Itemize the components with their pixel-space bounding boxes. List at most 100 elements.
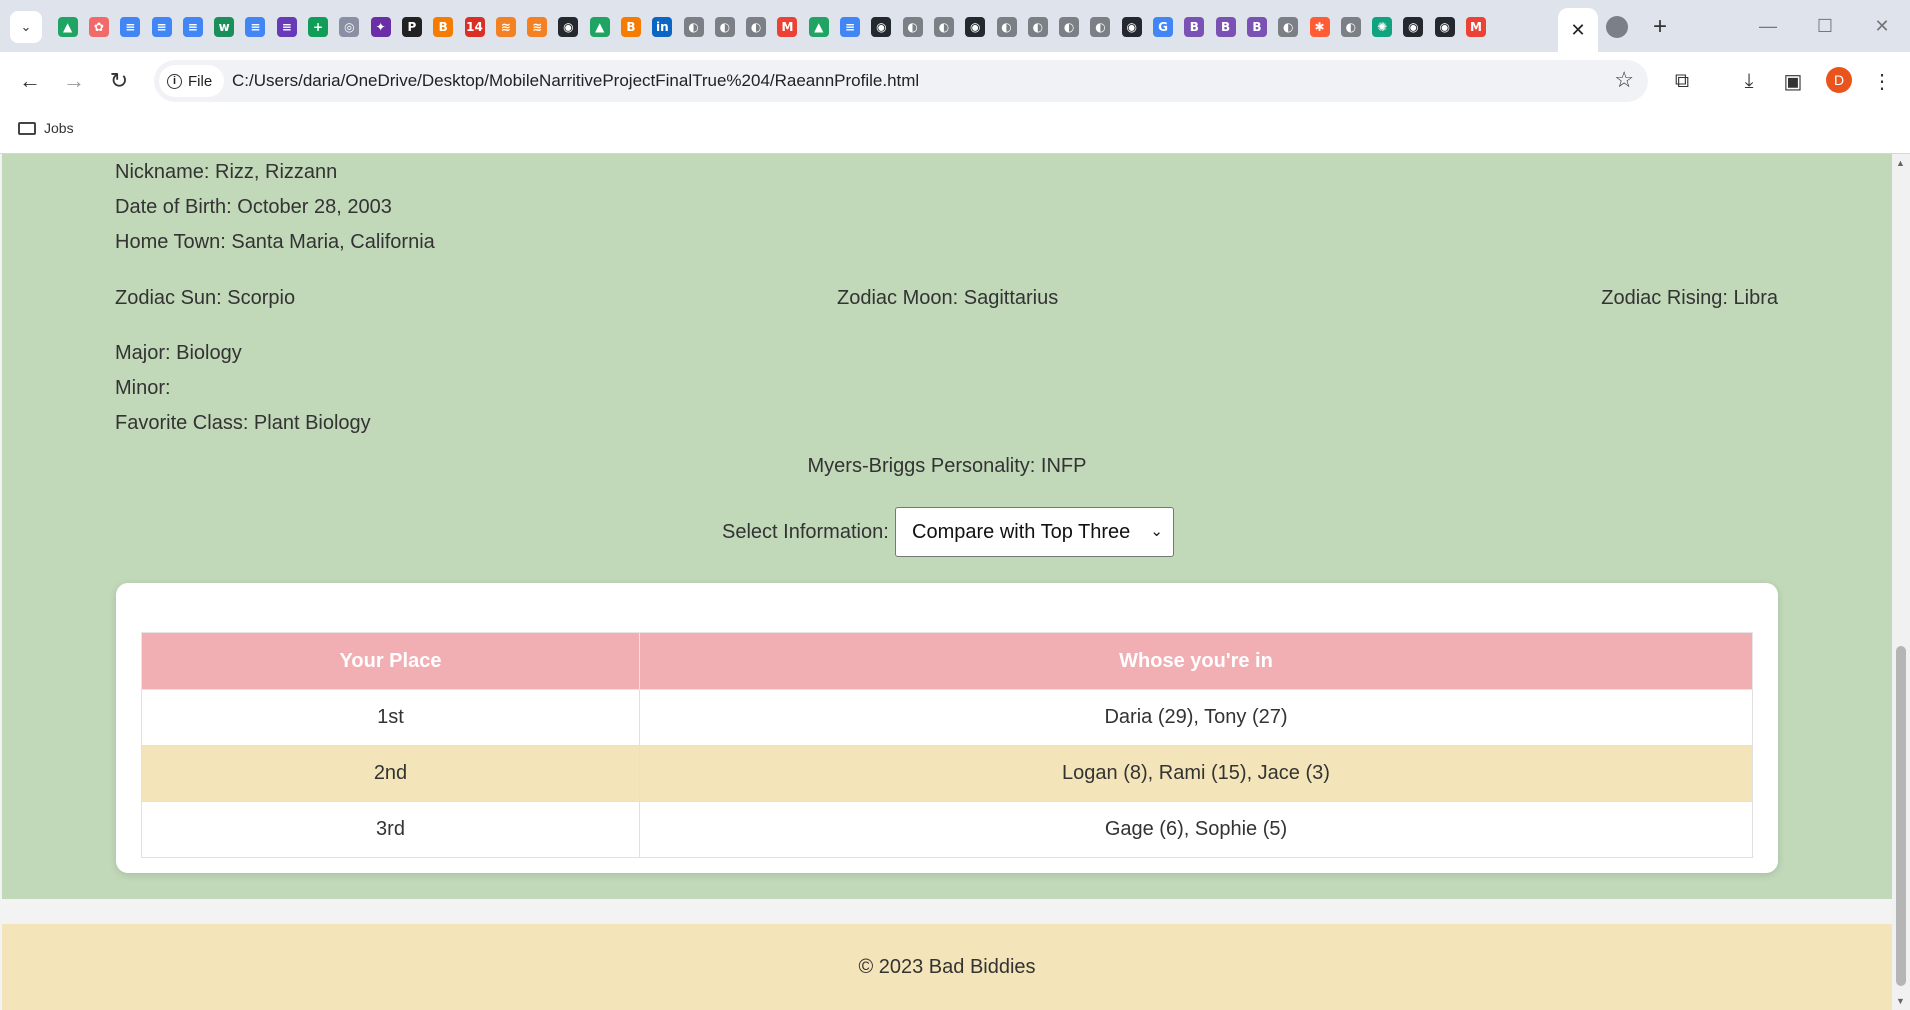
new-tab-button[interactable]: + (1644, 11, 1676, 43)
pinned-tab[interactable]: ◐ (741, 12, 772, 42)
reload-icon[interactable]: ↻ (103, 65, 135, 97)
pinned-tab[interactable]: ◉ (1116, 12, 1147, 42)
download-icon[interactable]: ⤓ (1735, 67, 1763, 95)
pinned-tab[interactable]: w (208, 12, 239, 42)
pinned-tab[interactable]: B (1179, 12, 1210, 42)
maximize-icon[interactable]: ☐ (1797, 8, 1853, 44)
pinned-tab[interactable]: ◐ (678, 12, 709, 42)
pinned-tab[interactable]: ✱ (1304, 12, 1335, 42)
github-icon: ◉ (965, 17, 986, 37)
pinned-tab[interactable]: ◐ (1085, 12, 1116, 42)
menu-icon[interactable]: ⋮ (1868, 67, 1896, 95)
pinned-tab[interactable]: B (1241, 12, 1272, 42)
window-close-icon[interactable]: ✕ (1854, 8, 1910, 44)
pinned-tab[interactable]: in (647, 12, 678, 42)
globe-icon: ◐ (1059, 17, 1080, 37)
page-scrollbar[interactable]: ▲ ▼ (1892, 154, 1910, 1010)
tab-search-button[interactable]: ⌄ (10, 11, 42, 43)
docs-icon: ≡ (151, 17, 172, 37)
globe-icon: ◐ (902, 17, 923, 37)
site-info-label: File (188, 72, 213, 90)
stackoverflow-icon: ≋ (495, 17, 516, 37)
side-panel-icon[interactable]: ▣ (1779, 67, 1807, 95)
pinned-tab[interactable]: B (1210, 12, 1241, 42)
pinned-tab[interactable]: ◐ (897, 12, 928, 42)
address-bar[interactable]: i File C:/Users/daria/OneDrive/Desktop/M… (154, 60, 1648, 102)
pinned-tab[interactable]: ◐ (991, 12, 1022, 42)
forms-icon: ≡ (276, 17, 297, 37)
pinned-tab[interactable]: ◉ (1429, 12, 1460, 42)
pinned-tab[interactable]: ◐ (928, 12, 959, 42)
zodiac-moon: Zodiac Moon: Sagittarius (837, 287, 1059, 309)
comparison-card: Your Place Whose you're in 1st Daria (29… (116, 583, 1778, 873)
table-row: 2nd Logan (8), Rami (15), Jace (3) (141, 745, 1753, 802)
pinned-tab[interactable]: ◐ (1022, 12, 1053, 42)
pinned-tab[interactable]: B (428, 12, 459, 42)
asana-icon: ✿ (88, 17, 109, 37)
pinned-tab[interactable]: ✺ (1366, 12, 1397, 42)
bookmark-star-icon[interactable]: ☆ (1614, 67, 1634, 93)
url-text[interactable]: C:/Users/daria/OneDrive/Desktop/MobileNa… (232, 71, 919, 91)
pinned-tab[interactable]: ≡ (115, 12, 146, 42)
pinned-tab[interactable]: + (302, 12, 333, 42)
pinned-tab[interactable]: ◉ (960, 12, 991, 42)
pinned-tab[interactable]: ≡ (271, 12, 302, 42)
pinned-tab[interactable]: ◉ (553, 12, 584, 42)
pinned-tab[interactable]: ◉ (866, 12, 897, 42)
profile-avatar[interactable]: D (1826, 67, 1852, 93)
tab-strip: ⌄ ▲ ✿ ≡ ≡ ≡ w ≡ ≡ + ◎ ✦ P B 14 ≋ ≋ ◉ ▲ Bin ◐ ◐ ◐ M ▲ ≡ ◉ ◐ ◐ ◉ ◐ ◐ ◐ ◐ ◉ G… (0, 0, 1910, 52)
pinned-tab[interactable]: 14 (459, 12, 490, 42)
folder-icon (18, 121, 36, 135)
zodiac-sun: Zodiac Sun: Scorpio (115, 287, 296, 309)
column-header-whose-youre-in: Whose you're in (639, 632, 1753, 690)
minimize-icon[interactable]: — (1740, 8, 1796, 44)
site-info-chip[interactable]: i File (159, 65, 225, 97)
copyright-text: © 2023 Bad Biddies (858, 956, 1036, 978)
close-icon[interactable]: ✕ (1570, 20, 1585, 41)
scroll-thumb[interactable] (1896, 646, 1906, 986)
forward-icon[interactable]: → (58, 65, 90, 97)
pinned-tab[interactable]: M (772, 12, 803, 42)
pinned-tab[interactable]: ▲ (584, 12, 615, 42)
bookmark-folder-jobs[interactable]: Jobs (18, 120, 74, 136)
pinned-tab[interactable]: ◐ (1335, 12, 1366, 42)
github-icon: ◉ (1434, 17, 1455, 37)
globe-icon: ◐ (933, 17, 954, 37)
comparison-table: Your Place Whose you're in 1st Daria (29… (141, 632, 1753, 858)
nickname: Nickname: Rizz, Rizzann (115, 161, 338, 183)
pinned-tab[interactable]: ≡ (240, 12, 271, 42)
pinned-tab[interactable]: P (396, 12, 427, 42)
pinned-tab[interactable]: B (615, 12, 646, 42)
pinned-tab[interactable]: ✿ (83, 12, 114, 42)
pinned-tab[interactable]: ◐ (709, 12, 740, 42)
github-icon: ◉ (1403, 17, 1424, 37)
pinned-tab[interactable]: ≡ (146, 12, 177, 42)
active-tab[interactable]: ✕ (1558, 8, 1598, 52)
pinned-tab[interactable]: ▲ (52, 12, 83, 42)
pinned-tab[interactable]: ≡ (834, 12, 865, 42)
back-icon[interactable]: ← (14, 65, 46, 97)
pinned-tab[interactable]: ◐ (1273, 12, 1304, 42)
scroll-down-icon[interactable]: ▼ (1896, 996, 1905, 1006)
pinned-tab[interactable]: ◉ (1398, 12, 1429, 42)
information-select[interactable]: Compare with Top Three ⌄ (895, 507, 1174, 557)
pinned-tab[interactable]: ◎ (334, 12, 365, 42)
pinned-tab[interactable]: ≡ (177, 12, 208, 42)
table-header-row: Your Place Whose you're in (141, 632, 1753, 690)
pinned-tab[interactable]: ≋ (490, 12, 521, 42)
docs-icon: ≡ (245, 17, 266, 37)
globe-icon[interactable] (1606, 16, 1628, 38)
pinned-tab[interactable]: ≋ (521, 12, 552, 42)
pinned-tab[interactable]: ▲ (803, 12, 834, 42)
pinned-tab[interactable]: ◐ (1054, 12, 1085, 42)
myers-briggs: Myers-Briggs Personality: INFP (807, 455, 1087, 477)
sheets-icon: + (308, 17, 329, 37)
globe-icon: ◐ (746, 17, 767, 37)
pinned-tab[interactable]: ✦ (365, 12, 396, 42)
pinned-tab[interactable]: G (1147, 12, 1178, 42)
chevron-down-icon: ⌄ (20, 19, 32, 34)
extensions-icon[interactable]: ⧉ (1668, 67, 1696, 95)
pinned-tab[interactable]: M (1460, 12, 1491, 42)
zodiac-rising: Zodiac Rising: Libra (1601, 287, 1778, 309)
scroll-up-icon[interactable]: ▲ (1896, 158, 1905, 168)
